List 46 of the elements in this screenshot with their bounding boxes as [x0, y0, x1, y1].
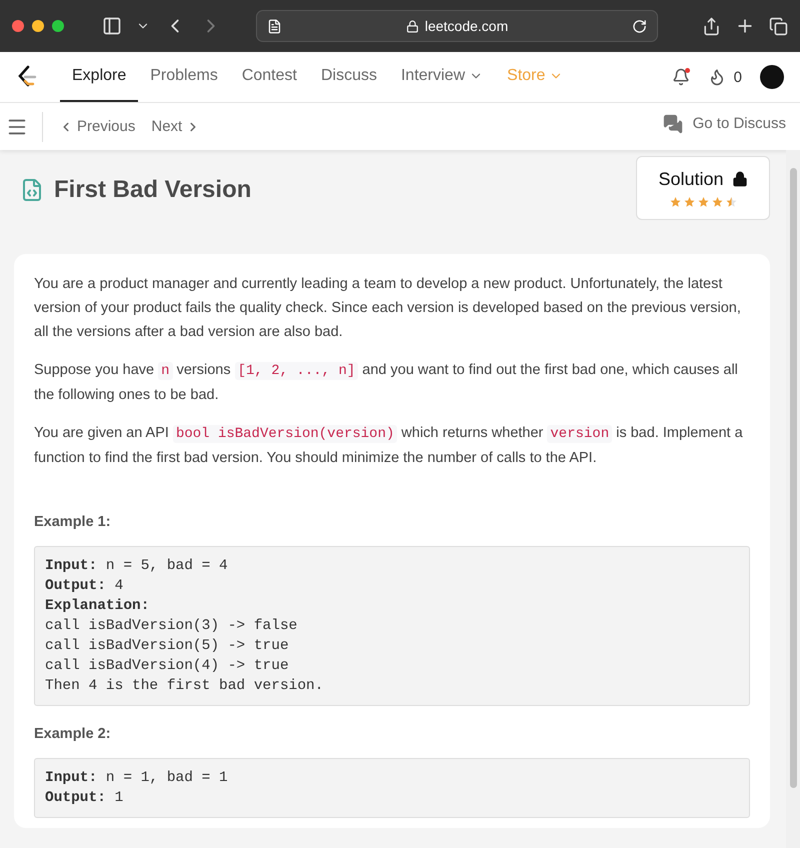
nav-tab[interactable]: Discuss [308, 52, 389, 102]
code-line: Output: 4 [45, 577, 124, 596]
tabs-icon[interactable] [769, 16, 788, 36]
example-heading: Example 2: [34, 726, 112, 742]
star-icon [724, 196, 738, 208]
nav-tab[interactable]: Interview [388, 52, 496, 102]
nav-tab[interactable]: Contest [230, 52, 309, 102]
go-to-discuss-link[interactable]: Go to Discuss [654, 114, 794, 134]
next-link[interactable]: Next [143, 118, 208, 135]
code-line: Input: n = 5, bad = 4 [45, 557, 229, 576]
example-heading: Example 1: [34, 514, 112, 530]
solution-button[interactable]: Solution [636, 156, 770, 220]
code-file-icon [20, 178, 44, 202]
code-line: Output: 1 [45, 789, 124, 808]
scrollbar-thumb[interactable] [790, 168, 796, 788]
logo-icon [16, 65, 38, 89]
close-window-button[interactable] [12, 20, 24, 32]
problem-title: First Bad Version [54, 176, 252, 204]
previous-link[interactable]: Previous [51, 118, 144, 135]
code-line: call isBadVersion(3) -> false [45, 617, 298, 636]
star-icon [668, 196, 682, 208]
star-icon [710, 196, 724, 208]
nav-tab[interactable]: Problems [138, 52, 230, 102]
chat-icon [662, 114, 683, 134]
avatar[interactable] [760, 65, 784, 89]
minimize-window-button[interactable] [32, 20, 44, 32]
streak-count: 0 [734, 68, 742, 86]
address-bar[interactable]: leetcode.com [256, 10, 658, 42]
reload-icon[interactable] [632, 18, 647, 34]
page-icon [267, 18, 282, 34]
zoom-window-button[interactable] [52, 20, 64, 32]
description-paragraph: Suppose you have n versions [1, 2, ..., n] and you want to find out the first bad one, which causes all the following ones to be bad. [34, 361, 739, 405]
star-icon [682, 196, 696, 208]
lock-icon [406, 20, 419, 32]
bell-icon[interactable] [672, 68, 690, 86]
code-line: Input: n = 1, bad = 1 [45, 769, 229, 788]
description-paragraph: You are given an API bool isBadVersion(version) which returns whether version is bad. Implement a function to find the first bad version. You should minimize the number of calls to the API. [34, 424, 744, 468]
code-line: call isBadVersion(4) -> true [45, 657, 290, 676]
star-icon [696, 196, 710, 208]
code-line: Explanation: [45, 597, 150, 616]
sidebar-icon[interactable] [102, 16, 122, 36]
code-line: call isBadVersion(5) -> true [45, 637, 290, 656]
share-icon[interactable] [702, 16, 721, 36]
url-text: leetcode.com [424, 18, 508, 34]
description-paragraph: You are a product manager and currently leading a team to develop a new product. Unfortunately, the latest version of your product fails the quality check. Since each version is developed based on the previous version, all the versions after a bad version are also bad. [34, 275, 742, 342]
code-line: Then 4 is the first bad version. [45, 677, 324, 696]
